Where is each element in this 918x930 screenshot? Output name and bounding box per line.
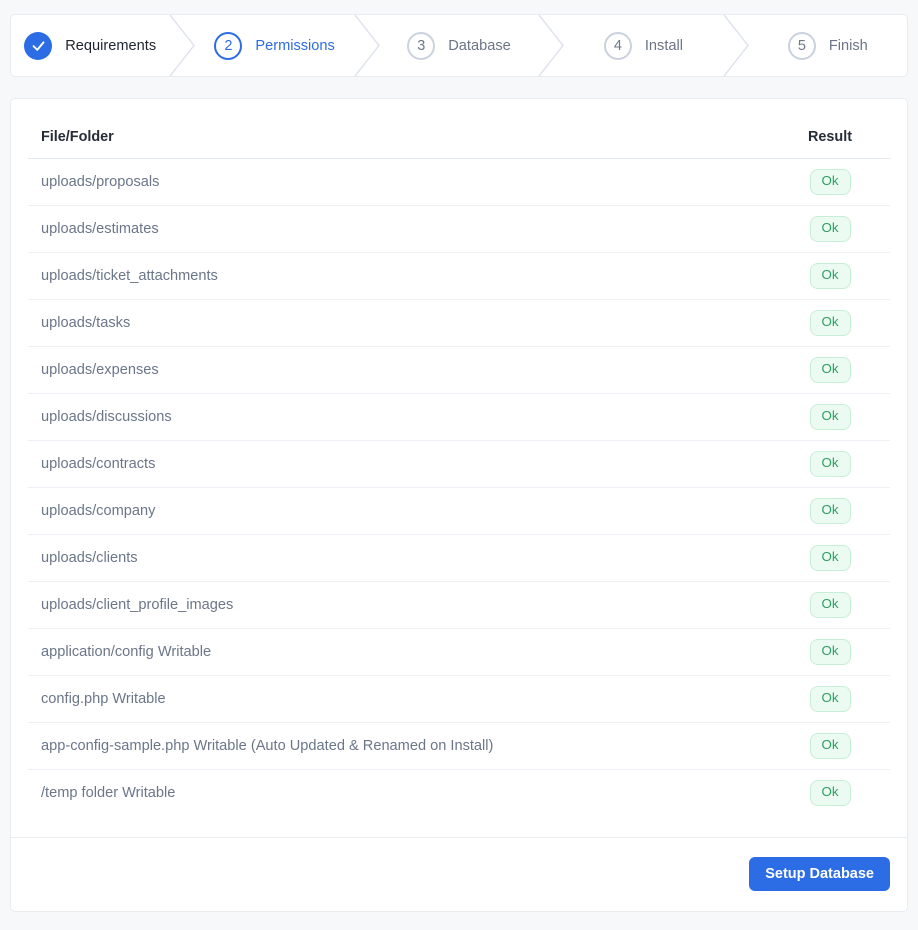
status-badge: Ok: [809, 263, 851, 289]
table-row: /temp folder Writable Ok: [28, 770, 890, 817]
chevron-separator-icon: [169, 15, 196, 76]
table-header-row: File/Folder Result: [28, 119, 890, 159]
status-badge: Ok: [809, 216, 851, 242]
table-row: config.php Writable Ok: [28, 675, 890, 723]
permissions-card: File/Folder Result uploads/proposals Ok …: [10, 98, 908, 912]
status-badge: Ok: [809, 592, 851, 618]
step-label-requirements: Requirements: [65, 37, 157, 54]
chevron-separator-icon: [538, 15, 565, 76]
table-row: uploads/ticket_attachments Ok: [28, 252, 890, 300]
table-row: uploads/discussions Ok: [28, 393, 890, 441]
file-folder-cell: application/config Writable: [28, 628, 770, 676]
file-folder-cell: uploads/proposals: [28, 158, 770, 206]
permissions-table-body: uploads/proposals Ok uploads/estimates O…: [28, 158, 890, 817]
step-number-circle: 2: [214, 31, 243, 60]
file-folder-cell: app-config-sample.php Writable (Auto Upd…: [28, 722, 770, 770]
table-row: uploads/estimates Ok: [28, 205, 890, 253]
file-folder-cell: uploads/ticket_attachments: [28, 252, 770, 300]
status-badge: Ok: [809, 545, 851, 571]
check-icon: [31, 38, 46, 53]
table-row: app-config-sample.php Writable (Auto Upd…: [28, 722, 890, 770]
card-footer: Setup Database: [11, 837, 907, 911]
file-folder-cell: uploads/tasks: [28, 299, 770, 347]
step-number-circle: 5: [787, 31, 816, 60]
file-folder-cell: uploads/client_profile_images: [28, 581, 770, 629]
install-wizard-page: Requirements 2 Permissions 3 Database 4 …: [0, 0, 918, 928]
result-cell: Ok: [770, 581, 890, 629]
step-label-finish: Finish: [828, 37, 868, 54]
file-folder-cell: uploads/contracts: [28, 440, 770, 488]
file-folder-cell: uploads/clients: [28, 534, 770, 582]
file-folder-cell: /temp folder Writable: [41, 785, 176, 801]
result-cell: Ok: [770, 628, 890, 676]
result-cell: Ok: [770, 393, 890, 441]
result-cell: Ok: [770, 722, 890, 770]
result-cell: Ok: [770, 487, 890, 535]
table-row: uploads/proposals Ok: [28, 158, 890, 206]
file-folder-cell: uploads/expenses: [28, 346, 770, 394]
file-folder-cell: uploads/estimates: [28, 205, 770, 253]
status-badge: Ok: [809, 498, 851, 524]
status-badge: Ok: [809, 780, 851, 806]
result-cell: Ok: [770, 534, 890, 582]
result-cell: Ok: [770, 346, 890, 394]
chevron-separator-icon: [723, 15, 749, 76]
file-folder-cell: config.php Writable: [28, 675, 770, 723]
result-cell: Ok: [770, 205, 890, 253]
step-label-permissions: Permissions: [255, 37, 335, 54]
result-cell: Ok: [770, 158, 890, 206]
status-badge: Ok: [809, 733, 851, 759]
step-completed-circle: [24, 31, 53, 60]
step-permissions: 2 Permissions: [195, 15, 353, 76]
setup-database-button[interactable]: Setup Database: [749, 857, 890, 891]
table-row: uploads/client_profile_images Ok: [28, 581, 890, 629]
file-folder-cell: uploads/company: [28, 487, 770, 535]
table-row: uploads/contracts Ok: [28, 440, 890, 488]
step-label-database: Database: [448, 37, 511, 54]
column-header-file-folder: File/Folder: [28, 119, 770, 159]
status-badge: Ok: [809, 451, 851, 477]
status-badge: Ok: [809, 357, 851, 383]
column-header-result: Result: [770, 119, 890, 159]
step-number-circle: 3: [407, 31, 436, 60]
step-install: 4 Install: [564, 15, 722, 76]
file-folder-cell: uploads/discussions: [28, 393, 770, 441]
status-badge: Ok: [809, 404, 851, 430]
table-row: application/config Writable Ok: [28, 628, 890, 676]
result-cell: Ok: [770, 675, 890, 723]
result-cell: Ok: [770, 299, 890, 347]
step-number-circle: 4: [603, 31, 632, 60]
status-badge: Ok: [809, 639, 851, 665]
step-label-install: Install: [644, 37, 683, 54]
table-row: uploads/clients Ok: [28, 534, 890, 582]
step-requirements: Requirements: [11, 15, 169, 76]
status-badge: Ok: [809, 686, 851, 712]
table-row: uploads/tasks Ok: [28, 299, 890, 347]
result-cell: Ok: [770, 252, 890, 300]
status-badge: Ok: [809, 169, 851, 195]
permissions-table-wrap: File/Folder Result uploads/proposals Ok …: [11, 99, 907, 837]
table-row: uploads/expenses Ok: [28, 346, 890, 394]
status-badge: Ok: [809, 310, 851, 336]
permissions-table: File/Folder Result uploads/proposals Ok …: [28, 119, 890, 816]
step-finish: 5 Finish: [749, 15, 907, 76]
step-database: 3 Database: [380, 15, 538, 76]
chevron-separator-icon: [354, 15, 380, 76]
result-cell: Ok: [770, 440, 890, 488]
wizard-stepper: Requirements 2 Permissions 3 Database 4 …: [10, 14, 908, 77]
result-cell: Ok: [770, 770, 890, 817]
table-row: uploads/company Ok: [28, 487, 890, 535]
